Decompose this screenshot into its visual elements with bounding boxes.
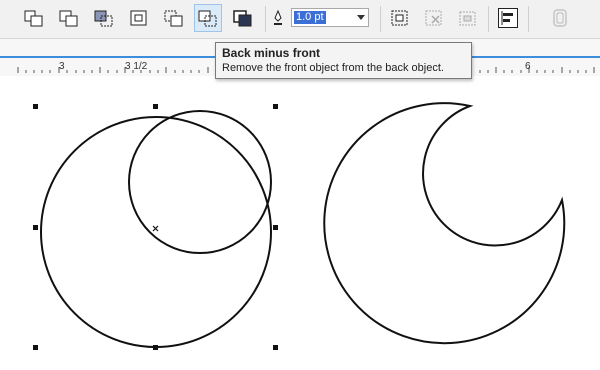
front-circle[interactable] [128,110,272,254]
ruler-label: 3 1/2 [125,61,148,72]
chevron-down-icon [357,15,365,20]
weld-button[interactable] [20,4,48,32]
toolbar: 1.0 pt [0,0,600,39]
align-distribute-button[interactable] [494,4,522,32]
align-distribute-icon [498,8,518,28]
create-boundary-button[interactable] [229,4,257,32]
center-marker-icon[interactable] [152,225,159,232]
create-boundary-icon [233,10,252,27]
drawing-canvas[interactable] [0,78,600,370]
selection-handle[interactable] [273,104,278,109]
result-crescent-shape[interactable] [323,102,566,345]
tooltip: Back minus front Remove the front object… [215,42,472,79]
selection-handle[interactable] [33,225,38,230]
break-apart-button[interactable] [420,4,448,32]
toolbar-separator [528,6,529,32]
combine-icon [391,10,408,26]
front-minus-back-icon [164,10,183,27]
ruler-label: 3 [59,61,65,72]
ruler-label: 6 [525,61,531,72]
weld-icon [24,10,43,27]
simplify-button[interactable] [125,4,153,32]
selection-handle[interactable] [33,345,38,350]
intersect-icon [94,10,113,27]
toolbar-separator [265,6,266,32]
lock-object-button[interactable] [546,4,574,32]
toolbar-separator [488,6,489,32]
tooltip-title: Back minus front [222,46,321,60]
back-circle[interactable] [40,116,272,348]
outline-pen-button[interactable] [268,4,288,32]
back-minus-front-icon [198,10,217,27]
selection-handle[interactable] [273,225,278,230]
outline-width-value: 1.0 pt [294,11,326,24]
group-button[interactable] [454,4,482,32]
selection-handles [33,104,278,350]
tooltip-description: Remove the front object from the back ob… [222,62,444,74]
break-apart-icon [425,10,442,26]
lock-object-icon [553,9,567,27]
outline-width-dropdown[interactable]: 1.0 pt [291,8,369,27]
selection-handle[interactable] [273,345,278,350]
simplify-icon [130,10,147,26]
selection-handle[interactable] [153,104,158,109]
trim-button[interactable] [55,4,83,32]
selection-handle[interactable] [153,345,158,350]
pen-outline-icon [274,9,282,25]
toolbar-separator [380,6,381,32]
group-icon [459,11,476,26]
combine-button[interactable] [386,4,414,32]
trim-icon [59,10,78,27]
front-minus-back-button[interactable] [160,4,188,32]
back-minus-front-button[interactable] [194,4,222,32]
selection-handle[interactable] [33,104,38,109]
intersect-button[interactable] [90,4,118,32]
